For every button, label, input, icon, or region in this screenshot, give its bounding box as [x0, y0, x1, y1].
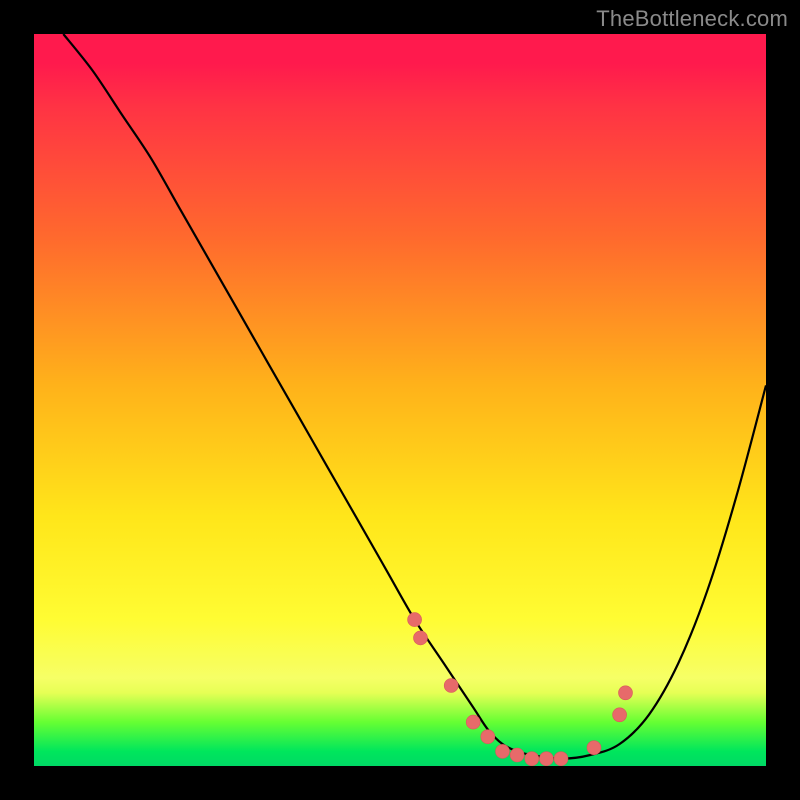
sweet-spot-dot — [539, 752, 553, 766]
plot-area — [34, 34, 766, 766]
sweet-spot-dot — [408, 613, 422, 627]
sweet-spot-dot — [587, 741, 601, 755]
sweet-spot-dot — [525, 752, 539, 766]
chart-frame: TheBottleneck.com — [0, 0, 800, 800]
sweet-spot-dot — [414, 631, 428, 645]
curve-layer — [34, 34, 766, 766]
bottleneck-curve — [63, 34, 766, 759]
sweet-spot-dot — [619, 686, 633, 700]
sweet-spot-dot — [496, 744, 510, 758]
sweet-spot-dot — [554, 752, 568, 766]
sweet-spot-dot — [481, 730, 495, 744]
sweet-spot-dot — [444, 679, 458, 693]
watermark-text: TheBottleneck.com — [596, 6, 788, 32]
sweet-spot-dot — [613, 708, 627, 722]
sweet-spot-dot — [510, 748, 524, 762]
sweet-spot-dot — [466, 715, 480, 729]
sweet-spot-dots — [408, 613, 633, 766]
